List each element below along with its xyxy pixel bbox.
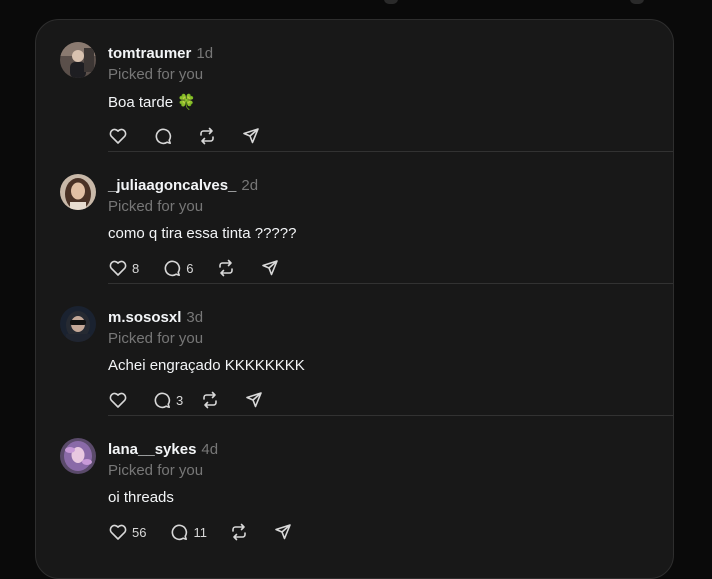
post-text-body: oi threads (108, 489, 174, 506)
share-icon (273, 522, 293, 542)
avatar[interactable] (60, 438, 96, 474)
comment-icon (152, 390, 172, 410)
reply-button[interactable]: 6 (162, 258, 193, 278)
repost-button[interactable] (229, 522, 249, 542)
repost-icon (216, 258, 236, 278)
post-actions: 56 11 (108, 522, 293, 542)
like-button[interactable] (108, 126, 128, 146)
like-count: 8 (132, 260, 140, 276)
post-text-body: como q tira essa tinta ????? (108, 225, 297, 242)
like-count: 56 (132, 524, 147, 540)
username[interactable]: m.sososxl (108, 309, 181, 326)
post-text: Achei engraçado KKKKKKKK (108, 357, 305, 374)
repost-icon (197, 126, 217, 146)
post-actions: 3 (108, 390, 264, 410)
post-actions (108, 126, 261, 146)
picked-for-you-label: Picked for you (108, 198, 204, 215)
share-icon (260, 258, 280, 278)
repost-button[interactable] (197, 126, 217, 146)
share-button[interactable] (273, 522, 293, 542)
timestamp[interactable]: 4d (201, 441, 218, 458)
avatar[interactable] (60, 306, 96, 342)
post-text-body: Boa tarde (108, 94, 174, 111)
share-button[interactable] (260, 258, 280, 278)
like-button[interactable]: 8 (108, 258, 139, 278)
post-header: m.sososxl 3d (108, 309, 203, 326)
repost-button[interactable] (200, 390, 220, 410)
timestamp[interactable]: 3d (186, 309, 203, 326)
top-nav-edge (384, 0, 398, 4)
reply-count: 6 (186, 260, 194, 276)
reply-button[interactable] (153, 126, 173, 146)
post-text-body: Achei engraçado KKKKKKKK (108, 357, 305, 374)
picked-for-you-label: Picked for you (108, 462, 204, 479)
four-leaf-clover-emoji: 🍀 (177, 94, 196, 111)
reply-button[interactable]: 3 (152, 390, 183, 410)
post-text: como q tira essa tinta ????? (108, 225, 296, 242)
reply-button[interactable]: 11 (169, 522, 207, 542)
share-icon (241, 126, 261, 146)
share-button[interactable] (241, 126, 261, 146)
repost-button[interactable] (216, 258, 236, 278)
repost-icon (200, 390, 220, 410)
reply-count: 3 (176, 392, 184, 408)
comment-icon (153, 126, 173, 146)
username[interactable]: tomtraumer (108, 45, 191, 62)
username[interactable]: _juliaagoncalves_ (108, 177, 236, 194)
timestamp[interactable]: 2d (241, 177, 258, 194)
reply-count: 11 (193, 524, 207, 540)
post-actions: 8 6 (108, 258, 280, 278)
picked-for-you-label: Picked for you (108, 66, 204, 83)
post: lana__sykes 4d Picked for you oi threads… (36, 416, 673, 548)
username[interactable]: lana__sykes (108, 441, 196, 458)
post: tomtraumer 1d Picked for you Boa tarde 🍀 (36, 20, 673, 152)
share-button[interactable] (244, 390, 264, 410)
share-icon (244, 390, 264, 410)
post-header: _juliaagoncalves_ 2d (108, 177, 258, 194)
post-text: oi threads (108, 489, 174, 506)
post-header: tomtraumer 1d (108, 45, 213, 62)
post: _juliaagoncalves_ 2d Picked for you como… (36, 152, 673, 284)
top-nav-edge (630, 0, 644, 4)
avatar[interactable] (60, 42, 96, 78)
picked-for-you-label: Picked for you (108, 330, 204, 347)
heart-icon (108, 390, 128, 410)
comment-icon (169, 522, 189, 542)
like-button[interactable] (108, 390, 128, 410)
avatar[interactable] (60, 174, 96, 210)
heart-icon (108, 126, 128, 146)
heart-icon (108, 522, 128, 542)
repost-icon (229, 522, 249, 542)
timestamp[interactable]: 1d (196, 45, 213, 62)
post: m.sososxl 3d Picked for you Achei engraç… (36, 284, 673, 416)
comment-icon (162, 258, 182, 278)
heart-icon (108, 258, 128, 278)
feed-card: tomtraumer 1d Picked for you Boa tarde🍀 (35, 19, 674, 579)
post-text: Boa tarde 🍀 (108, 93, 196, 111)
like-button[interactable]: 56 (108, 522, 146, 542)
post-header: lana__sykes 4d (108, 441, 218, 458)
